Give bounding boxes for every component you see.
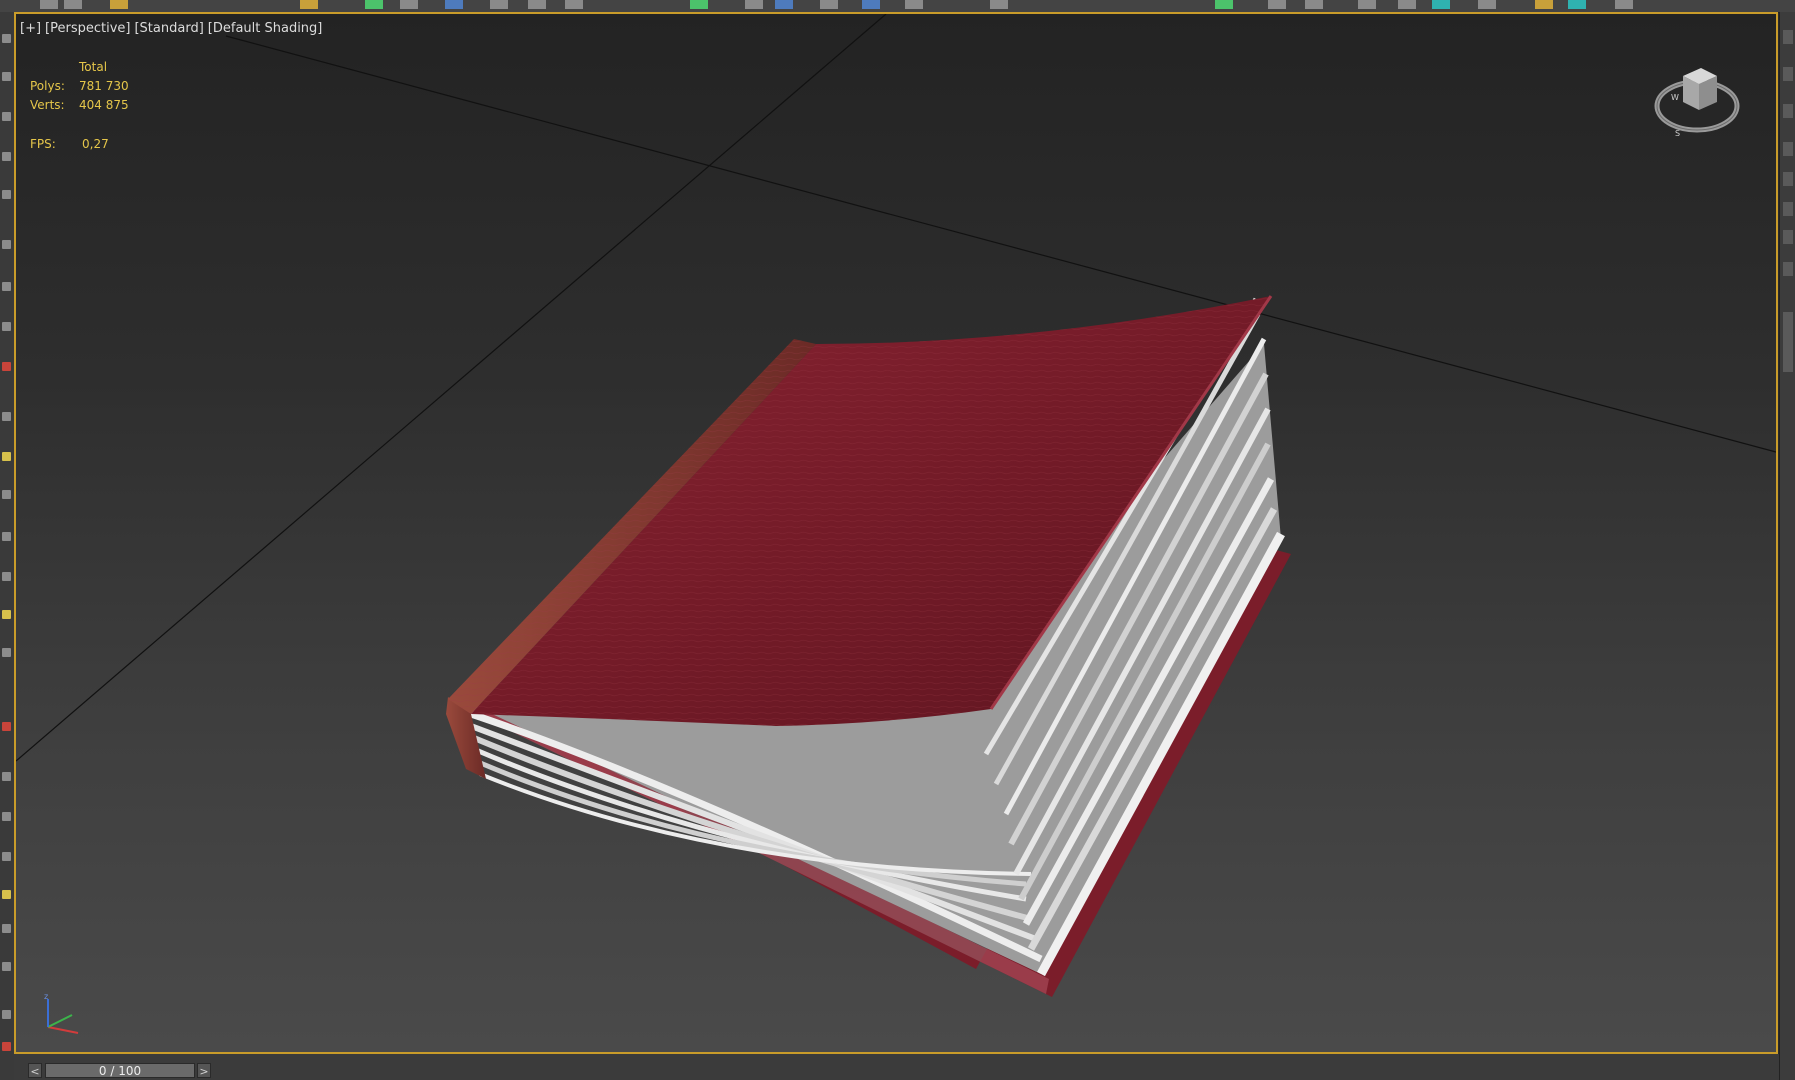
command-panel xyxy=(1779,12,1795,1080)
stats-header: Total xyxy=(79,60,108,74)
panel-tab-7[interactable] xyxy=(1783,230,1793,244)
tool-icon-21[interactable] xyxy=(2,890,11,899)
tool-icon-5[interactable] xyxy=(2,190,11,199)
move-icon[interactable] xyxy=(490,0,508,9)
verts-label: Verts: xyxy=(30,98,65,112)
tool-icon-2[interactable] xyxy=(2,72,11,81)
environment-icon[interactable] xyxy=(1568,0,1586,9)
snap-icon[interactable] xyxy=(690,0,708,9)
tool-icon-11[interactable] xyxy=(2,452,11,461)
viewcube-icon[interactable]: W S xyxy=(1653,54,1743,144)
previous-frame-button[interactable]: < xyxy=(28,1063,42,1078)
bind-icon[interactable] xyxy=(300,0,318,9)
left-toolbar xyxy=(0,12,15,1080)
bar-chart-icon[interactable] xyxy=(365,0,383,9)
tool-icon-4[interactable] xyxy=(2,152,11,161)
tool-icon-8[interactable] xyxy=(2,322,11,331)
next-frame-button[interactable]: > xyxy=(197,1063,211,1078)
viewport-label[interactable]: [+] [Perspective] [Standard] [Default Shadi… xyxy=(20,21,326,36)
scene-render xyxy=(16,14,1776,997)
fps-value: 0,27 xyxy=(82,137,109,151)
polys-value: 781 730 xyxy=(79,79,129,93)
angle-snap-icon[interactable] xyxy=(745,0,763,9)
tool-icon-24[interactable] xyxy=(2,1010,11,1019)
mirror-icon[interactable] xyxy=(905,0,923,9)
render-frame-icon[interactable] xyxy=(1432,0,1450,9)
link-icon[interactable] xyxy=(110,0,128,9)
panel-scroll[interactable] xyxy=(1783,312,1793,372)
undo-icon[interactable] xyxy=(40,0,58,9)
tool-icon-18[interactable] xyxy=(2,772,11,781)
tool-icon-20[interactable] xyxy=(2,852,11,861)
tool-icon-25[interactable] xyxy=(2,1042,11,1051)
select-icon[interactable] xyxy=(445,0,463,9)
tool-icon-22[interactable] xyxy=(2,924,11,933)
book-model xyxy=(446,295,1291,997)
tool-icon-7[interactable] xyxy=(2,282,11,291)
rotate-icon[interactable] xyxy=(528,0,546,9)
light-icon[interactable] xyxy=(1535,0,1553,9)
viewport-menu-plus[interactable]: [+] xyxy=(20,21,41,36)
time-slider[interactable]: 0 / 100 xyxy=(45,1063,195,1078)
viewport-menu-shading[interactable]: [Default Shading] xyxy=(208,21,323,36)
viewport-menu-standard[interactable]: [Standard] xyxy=(134,21,203,36)
spinner-snap-icon[interactable] xyxy=(820,0,838,9)
fps-label: FPS: xyxy=(30,137,56,151)
tool-icon-16[interactable] xyxy=(2,648,11,657)
panel-tab-8[interactable] xyxy=(1783,262,1793,276)
percent-snap-icon[interactable] xyxy=(775,0,793,9)
curve-editor-icon[interactable] xyxy=(1268,0,1286,9)
time-slider-bar: < 0 / 100 > xyxy=(14,1054,1779,1080)
tool-icon-19[interactable] xyxy=(2,812,11,821)
layer-icon[interactable] xyxy=(1215,0,1233,9)
panel-tab-4[interactable] xyxy=(1783,142,1793,156)
viewport-menu-perspective[interactable]: [Perspective] xyxy=(45,21,130,36)
extra-icon[interactable] xyxy=(1615,0,1633,9)
align-icon[interactable] xyxy=(990,0,1008,9)
tool-icon-9[interactable] xyxy=(2,362,11,371)
render-setup-icon[interactable] xyxy=(1398,0,1416,9)
tool-icon-10[interactable] xyxy=(2,412,11,421)
material-editor-icon[interactable] xyxy=(1358,0,1376,9)
perspective-viewport[interactable]: [+] [Perspective] [Standard] [Default Shadi… xyxy=(14,12,1778,1054)
tool-icon-13[interactable] xyxy=(2,532,11,541)
panel-tab-6[interactable] xyxy=(1783,202,1793,216)
render-icon[interactable] xyxy=(1478,0,1496,9)
panel-tab-5[interactable] xyxy=(1783,172,1793,186)
tool-icon-12[interactable] xyxy=(2,490,11,499)
verts-value: 404 875 xyxy=(79,98,129,112)
panel-tab-2[interactable] xyxy=(1783,67,1793,81)
tool-icon-23[interactable] xyxy=(2,962,11,971)
svg-text:z: z xyxy=(44,992,48,1001)
panel-tab-3[interactable] xyxy=(1783,104,1793,118)
tool-icon-14[interactable] xyxy=(2,572,11,581)
tool-icon-6[interactable] xyxy=(2,240,11,249)
polys-label: Polys: xyxy=(30,79,65,93)
axis-tripod-icon: z xyxy=(44,992,79,1034)
svg-text:W: W xyxy=(1671,93,1679,102)
panel-tab-1[interactable] xyxy=(1783,30,1793,44)
scale-icon[interactable] xyxy=(565,0,583,9)
tool-icon-3[interactable] xyxy=(2,112,11,121)
tool-icon-15[interactable] xyxy=(2,610,11,619)
tool-icon-17[interactable] xyxy=(2,722,11,731)
svg-text:S: S xyxy=(1675,129,1680,138)
grid-icon[interactable] xyxy=(400,0,418,9)
named-selection-icon[interactable] xyxy=(862,0,880,9)
redo-icon[interactable] xyxy=(64,0,82,9)
schematic-icon[interactable] xyxy=(1305,0,1323,9)
tool-icon-1[interactable] xyxy=(2,34,11,43)
